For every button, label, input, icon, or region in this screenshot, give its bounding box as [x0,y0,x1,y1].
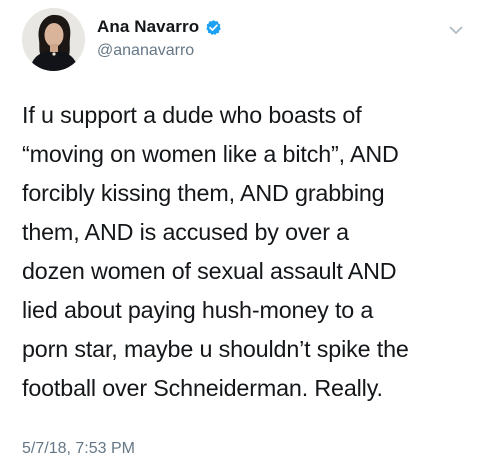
author-handle[interactable]: @ananavarro [97,42,194,60]
tweet-card: Ana Navarro @ananavarro If u support a d… [0,0,488,467]
tweet-text-line: “moving on women like a bitch”, AND [22,141,399,167]
tweet-text-line: football over Schneiderman. Really. [22,375,383,401]
author-display-name[interactable]: Ana Navarro [97,17,199,37]
tweet-text-line: forcibly kissing them, AND grabbing [22,180,385,206]
author-name-row: Ana Navarro [97,17,222,37]
tweet-text: If u support a dude who boasts of “movin… [22,96,472,408]
tweet-text-line: porn star, maybe u shouldn’t spike the [22,336,409,362]
avatar-image [22,8,85,71]
avatar[interactable] [22,8,85,71]
chevron-down-icon[interactable] [448,22,464,38]
verified-badge-icon [205,19,222,36]
tweet-text-line: If u support a dude who boasts of [22,102,362,128]
tweet-text-line: them, AND is accused by over a [22,219,349,245]
tweet-timestamp[interactable]: 5/7/18, 7:53 PM [22,440,135,458]
tweet-text-line: dozen women of sexual assault AND [22,258,397,284]
tweet-text-line: lied about paying hush-money to a [22,297,374,323]
